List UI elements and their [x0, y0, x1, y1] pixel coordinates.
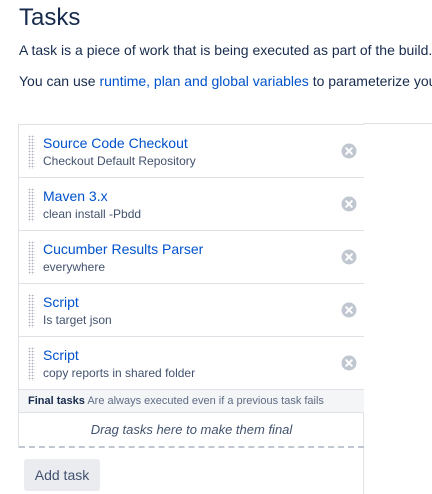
remove-circle-icon[interactable] — [341, 302, 357, 318]
task-subtitle: copy reports in shared folder — [43, 366, 196, 380]
task-title[interactable]: Cucumber Results Parser — [43, 241, 203, 258]
task-subtitle: Is target json — [43, 313, 112, 327]
final-tasks-label: Final tasks — [28, 395, 85, 407]
tasks-description: A task is a piece of work that is being … — [19, 42, 432, 58]
remove-circle-icon[interactable] — [341, 196, 357, 212]
task-subtitle: clean install -Pbdd — [43, 207, 142, 221]
task-item[interactable]: Source Code Checkout Checkout Default Re… — [19, 125, 364, 178]
task-subtitle: everywhere — [43, 260, 106, 274]
drag-handle-icon[interactable] — [28, 188, 35, 222]
final-tasks-drop-zone[interactable]: Drag tasks here to make them final — [19, 413, 364, 448]
drop-zone-hint: Drag tasks here to make them final — [90, 422, 293, 437]
page-title: Tasks — [19, 4, 81, 31]
variables-hint: You can use runtime, plan and global var… — [19, 72, 432, 90]
drag-handle-icon[interactable] — [28, 294, 35, 328]
add-task-button[interactable]: Add task — [24, 459, 100, 491]
drag-handle-icon[interactable] — [28, 135, 35, 169]
task-item[interactable]: Script Is target json — [19, 284, 364, 337]
variables-hint-suffix: to parameterize you — [308, 73, 432, 89]
task-title[interactable]: Script — [43, 294, 79, 311]
remove-circle-icon[interactable] — [341, 249, 357, 265]
task-item[interactable]: Maven 3.x clean install -Pbdd — [19, 178, 364, 231]
task-title[interactable]: Script — [43, 347, 79, 364]
variables-hint-prefix: You can use — [19, 73, 100, 89]
task-list: Source Code Checkout Checkout Default Re… — [18, 124, 364, 448]
final-tasks-note: Are always executed even if a previous t… — [87, 395, 324, 407]
task-item[interactable]: Cucumber Results Parser everywhere — [19, 231, 364, 284]
task-item[interactable]: Script copy reports in shared folder — [19, 337, 364, 390]
variables-link[interactable]: runtime, plan and global variables — [99, 73, 308, 89]
task-title[interactable]: Maven 3.x — [43, 188, 108, 205]
final-tasks-header: Final tasks Are always executed even if … — [19, 390, 364, 413]
section-divider — [363, 123, 432, 124]
task-title[interactable]: Source Code Checkout — [43, 135, 188, 152]
remove-circle-icon[interactable] — [341, 355, 357, 371]
drag-handle-icon[interactable] — [28, 347, 35, 381]
drag-handle-icon[interactable] — [28, 241, 35, 275]
remove-circle-icon[interactable] — [341, 143, 357, 159]
task-subtitle: Checkout Default Repository — [43, 154, 196, 168]
